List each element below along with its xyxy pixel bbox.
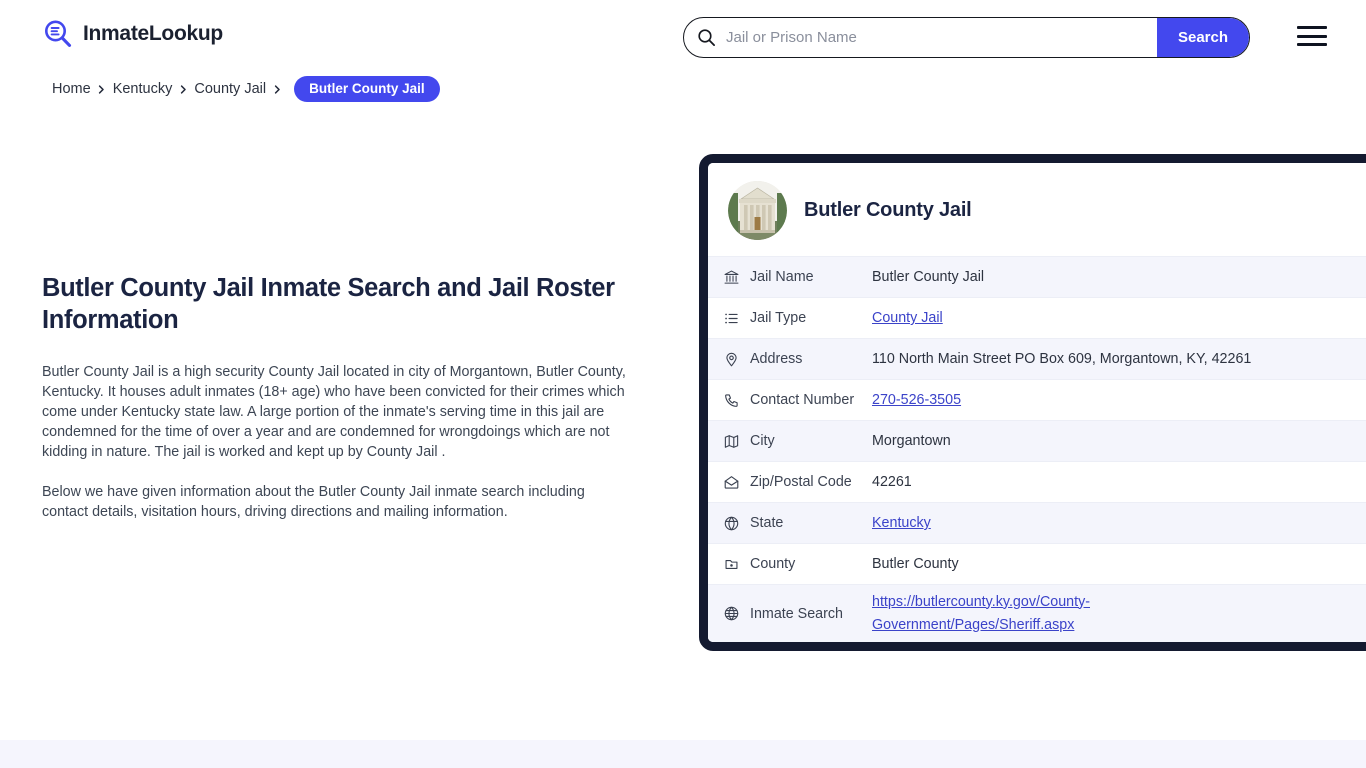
table-row: Address 110 North Main Street PO Box 609… [708,338,1366,379]
breadcrumb-current-page: Butler County Jail [294,76,440,102]
jail-type-link[interactable]: County Jail [872,310,943,326]
chevron-right-icon [91,82,113,96]
breadcrumb-item-county-jail[interactable]: County Jail [194,81,266,97]
row-value: 270-526-3505 [872,392,1366,408]
page-root: InmateLookup Search Home Kentucky [0,0,1366,768]
row-value: Morgantown [872,433,951,449]
hamburger-bar-3 [1297,43,1327,46]
envelope-icon [708,474,742,491]
search-bar[interactable]: Search [683,17,1250,58]
jail-card-title: Butler County Jail [804,199,972,221]
page-bottom-band [0,740,1366,768]
chevron-right-icon [172,82,194,96]
row-value: 110 North Main Street PO Box 609, Morgan… [872,351,1252,367]
table-row: Inmate Search https://butlercounty.ky.go… [708,584,1366,642]
row-label: Contact Number [750,392,855,408]
map-pin-icon [708,351,742,368]
chevron-right-icon [266,82,288,96]
row-value: https://butlercounty.ky.gov/County-Gover… [872,591,1366,637]
row-value: County Jail [872,310,1366,326]
globe-icon [708,605,742,622]
globe-compass-icon [708,515,742,532]
map-icon [708,433,742,450]
phone-icon [708,392,742,409]
hamburger-menu-icon[interactable] [1297,26,1327,46]
table-row: Zip/Postal Code 42261 [708,461,1366,502]
row-label: City [750,433,775,449]
row-label: Jail Type [750,310,807,326]
table-row: City Morgantown [708,420,1366,461]
row-label: Jail Name [750,269,814,285]
table-row: Contact Number 270-526-3505 [708,379,1366,420]
breadcrumb-item-kentucky[interactable]: Kentucky [113,81,173,97]
site-header: InmateLookup Search [0,0,1366,72]
table-row: Jail Type County Jail [708,297,1366,338]
search-input[interactable] [722,18,1157,57]
secondary-paragraph: Below we have given information about th… [42,484,585,520]
bank-building-icon [708,269,742,286]
table-row: State Kentucky [708,502,1366,543]
breadcrumb: Home Kentucky County Jail Butler County … [52,76,440,102]
row-label: Zip/Postal Code [750,474,852,490]
inmate-search-link[interactable]: https://butlercounty.ky.gov/County-Gover… [872,591,1172,637]
breadcrumb-item-home[interactable]: Home [52,81,91,97]
main-content-column: Butler County Jail Inmate Search and Jai… [42,272,640,542]
row-label: Inmate Search [750,605,843,622]
jail-building-photo [728,181,787,240]
search-button[interactable]: Search [1157,18,1249,57]
hamburger-bar-2 [1297,34,1327,38]
state-link[interactable]: Kentucky [872,515,931,531]
intro-paragraph: Butler County Jail is a high security Co… [42,364,626,460]
row-value: Kentucky [872,515,1366,531]
search-icon [684,18,722,57]
jail-info-card: Butler County Jail Jail Name Butler Coun [699,154,1366,651]
hamburger-bar-1 [1297,26,1327,29]
row-label: State [750,515,784,531]
page-title: Butler County Jail Inmate Search and Jai… [42,274,615,334]
table-row: Jail Name Butler County Jail [708,256,1366,297]
row-label: County [750,556,796,572]
magnifier-list-logo-icon [42,18,74,50]
row-value: Butler County [872,556,959,572]
jail-info-card-header: Butler County Jail [708,163,1366,256]
brand-name: InmateLookup [83,22,223,45]
brand-logo-link[interactable]: InmateLookup [42,18,223,50]
contact-number-link[interactable]: 270-526-3505 [872,392,961,408]
jail-details-table: Jail Name Butler County Jail Jail Type C… [708,256,1366,642]
row-value: Butler County Jail [872,269,985,285]
table-row: County Butler County [708,543,1366,584]
list-icon [708,310,742,327]
shield-dot-icon [708,556,742,573]
row-label: Address [750,351,803,367]
row-value: 42261 [872,474,912,490]
